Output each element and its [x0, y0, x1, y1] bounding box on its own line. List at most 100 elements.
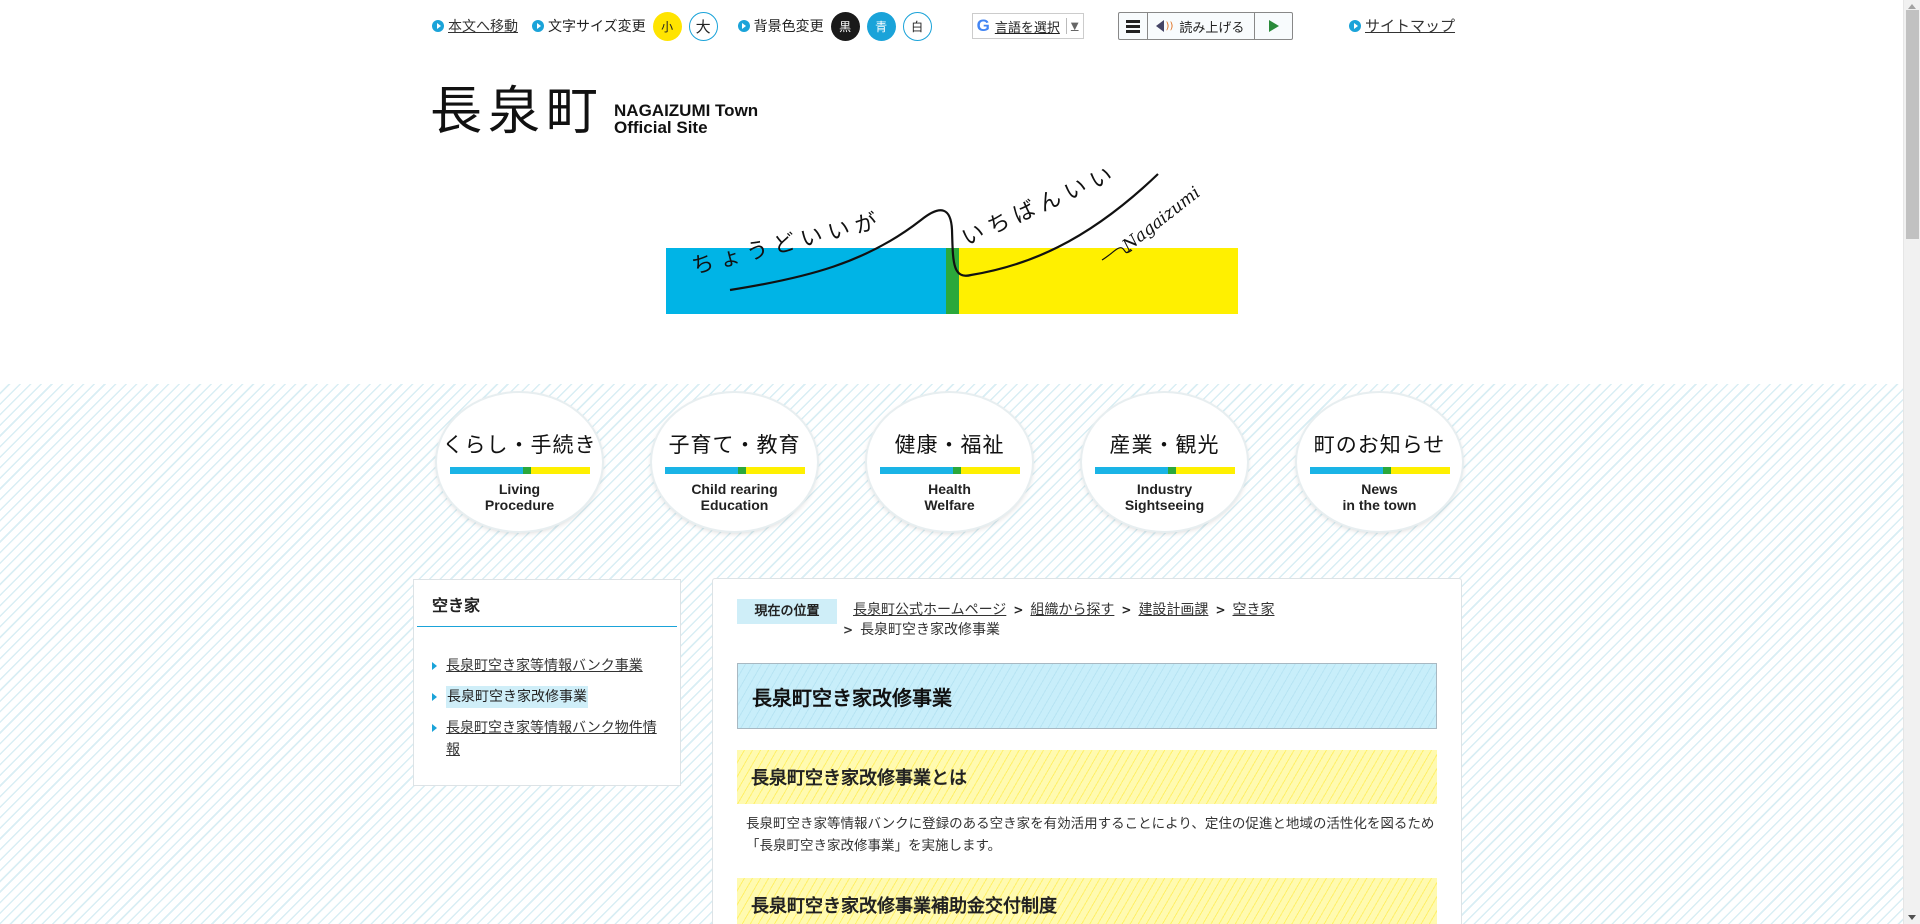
skip-to-content[interactable]: 本文へ移動: [432, 16, 518, 36]
breadcrumb-current-line: > 長泉町空き家改修事業: [843, 619, 1000, 641]
dropdown-arrow-icon: ▼: [1070, 20, 1079, 32]
category-en-line2: in the town: [1342, 497, 1417, 513]
sidebar-item: 長泉町空き家改修事業: [432, 686, 680, 708]
category-en-line1: Health: [928, 481, 971, 497]
category-en: Health Welfare: [924, 481, 974, 513]
category-health[interactable]: 健康・福祉 Health Welfare: [867, 393, 1032, 531]
play-icon: [1268, 20, 1279, 32]
font-small-button[interactable]: 小: [652, 11, 682, 41]
logo-en: NAGAIZUMI Town Official Site: [614, 102, 758, 136]
play-circle-icon: [1349, 19, 1361, 32]
scroll-down-arrow-icon[interactable]: [1908, 915, 1916, 920]
category-jp: くらし・手続き: [442, 433, 597, 457]
reader-play-button[interactable]: [1255, 13, 1292, 39]
breadcrumb-link-department[interactable]: 建設計画課: [1138, 602, 1208, 618]
sidebar-item: 長泉町空き家等情報バンク事業: [432, 655, 680, 677]
hamburger-icon-bar: [1125, 29, 1140, 33]
reader-menu-button[interactable]: [1119, 13, 1148, 39]
category-en: Child rearing Education: [691, 481, 777, 513]
sidebar-list: 長泉町空き家等情報バンク事業 長泉町空き家改修事業 長泉町空き家等情報バンク物件…: [414, 655, 680, 761]
breadcrumb-here-label: 現在の位置: [737, 599, 837, 624]
page-title: 長泉町空き家改修事業: [737, 663, 1437, 729]
category-en-line1: Industry: [1136, 481, 1193, 497]
category-en-line1: News: [1361, 481, 1398, 497]
breadcrumb-separator: >: [1121, 603, 1132, 617]
bg-blue-button[interactable]: 青: [866, 11, 896, 41]
sitemap[interactable]: サイトマップ: [1349, 15, 1455, 36]
breadcrumb-current: 長泉町空き家改修事業: [860, 622, 1001, 638]
sidebar-link[interactable]: 長泉町空き家等情報バンク物件情報: [446, 717, 668, 761]
bg-color-control: 背景色変更 黒 青 白: [737, 11, 932, 41]
sidebar: 空き家 長泉町空き家等情報バンク事業 長泉町空き家改修事業 長泉町空き家等情報バ…: [413, 579, 681, 786]
logo-en-line2: Official Site: [614, 118, 708, 137]
main-content: 現在の位置 長泉町公式ホームページ > 組織から探す > 建設計画課 > 空き家 > 長泉町空…: [712, 578, 1462, 924]
hamburger-icon-bar: [1125, 24, 1140, 28]
sidebar-link[interactable]: 長泉町空き家等情報バンク事業: [446, 655, 668, 677]
sound-wave-icon: )): [1165, 20, 1174, 32]
category-en: News in the town: [1343, 481, 1417, 513]
bg-black-button[interactable]: 黒: [830, 11, 860, 41]
bg-white-button[interactable]: 白: [902, 11, 932, 41]
hero-text-right: いちばんいい: [958, 168, 1122, 251]
site-logo[interactable]: 長泉町 NAGAIZUMI Town Official Site: [430, 84, 758, 140]
category-jp: 子育て・教育: [668, 433, 801, 457]
logo-jp: 長泉町: [430, 82, 605, 142]
category-en-line2: Sightseeing: [1124, 497, 1205, 513]
skip-to-content-link[interactable]: 本文へ移動: [448, 16, 518, 36]
scrollbar-thumb[interactable]: [1906, 10, 1919, 239]
category-living[interactable]: くらし・手続き Living Procedure: [437, 393, 602, 531]
category-en: Living Procedure: [485, 481, 554, 513]
divider: [1065, 18, 1067, 34]
category-nav: くらし・手続き Living Procedure 子育て・教育 Child rea…: [437, 393, 1462, 531]
translate-label: 言語を選択: [994, 20, 1060, 36]
read-aloud-toolbar: )) 読み上げる: [1117, 12, 1294, 40]
category-jp: 町のお知らせ: [1313, 433, 1446, 457]
google-translate-select[interactable]: G 言語を選択 ▼: [971, 13, 1084, 39]
category-color-bar: [664, 467, 805, 474]
section-paragraph: 長泉町空き家等情報バンクに登録のある空き家を有効活用することにより、定住の促進と…: [746, 816, 1435, 854]
speaker-icon: [1155, 20, 1164, 32]
bg-color-label: 背景色変更: [753, 19, 824, 35]
font-size-control: 文字サイズ変更 小 大: [532, 11, 718, 41]
read-aloud-label: 読み上げる: [1179, 20, 1245, 36]
play-circle-icon: [737, 20, 750, 32]
sitemap-link[interactable]: サイトマップ: [1365, 15, 1455, 36]
breadcrumb-link-vacant-house[interactable]: 空き家: [1233, 602, 1275, 618]
category-en: Industry Sightseeing: [1125, 481, 1204, 513]
hero-signature: Nagaizumi: [1118, 183, 1204, 257]
breadcrumb-separator: >: [1215, 603, 1226, 617]
hero-banner: ちょうどいいが いちばんいい Nagaizumi: [666, 168, 1238, 314]
sidebar-item: 長泉町空き家等情報バンク物件情報: [432, 717, 680, 761]
arrow-right-icon: [432, 724, 437, 732]
vertical-scrollbar[interactable]: [1903, 0, 1920, 924]
hero-yellow-block: [959, 248, 1238, 314]
sidebar-current-item: 長泉町空き家改修事業: [446, 686, 588, 708]
scroll-up-arrow-icon[interactable]: [1908, 4, 1916, 9]
breadcrumb-link-home[interactable]: 長泉町公式ホームページ: [853, 602, 1006, 618]
breadcrumb-trail: 長泉町公式ホームページ > 組織から探す > 建設計画課 > 空き家: [853, 599, 1275, 621]
category-en-line1: Living: [498, 481, 541, 497]
font-large-button[interactable]: 大: [688, 11, 718, 41]
category-en-line2: Welfare: [924, 497, 975, 513]
breadcrumb-separator: >: [1013, 603, 1024, 617]
hamburger-icon: [1125, 19, 1140, 23]
category-child-rearing[interactable]: 子育て・教育 Child rearing Education: [652, 393, 817, 531]
category-color-bar: [879, 467, 1020, 474]
breadcrumb-link-organization[interactable]: 組織から探す: [1030, 602, 1114, 618]
arrow-right-icon: [432, 662, 437, 670]
play-circle-icon: [532, 20, 544, 32]
category-news[interactable]: 町のお知らせ News in the town: [1297, 393, 1462, 531]
category-en-line1: Child rearing: [691, 481, 778, 497]
category-color-bar: [1309, 467, 1450, 474]
sidebar-title: 空き家: [417, 592, 677, 627]
play-circle-icon: [432, 20, 444, 32]
arrow-right-icon: [432, 693, 437, 701]
read-aloud-button[interactable]: )) 読み上げる: [1148, 13, 1256, 39]
section-heading: 長泉町空き家改修事業補助金交付制度: [737, 878, 1437, 924]
category-color-bar: [449, 467, 590, 474]
category-jp: 健康・福祉: [894, 433, 1005, 457]
breadcrumb-separator: >: [843, 623, 854, 637]
section-heading: 長泉町空き家改修事業とは: [737, 750, 1437, 804]
category-industry[interactable]: 産業・観光 Industry Sightseeing: [1082, 393, 1247, 531]
font-size-label: 文字サイズ変更: [548, 19, 646, 35]
